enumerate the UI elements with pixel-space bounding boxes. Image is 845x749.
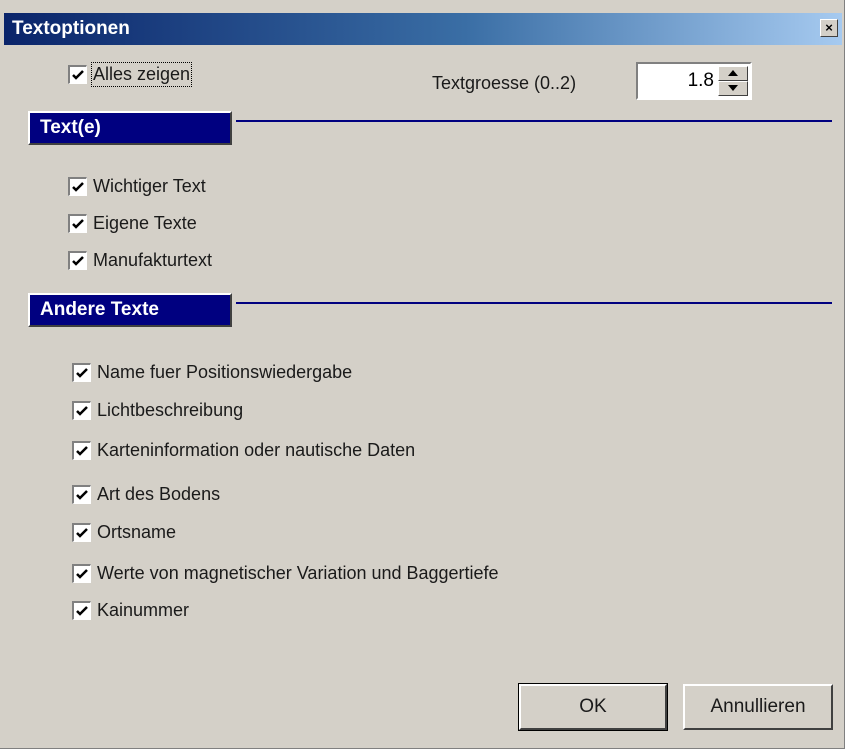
title-bar[interactable]: Textoptionen × [4,13,842,45]
window-title: Textoptionen [12,18,130,39]
option-magnetic-variation[interactable]: Werte von magnetischer Variation und Bag… [72,563,499,584]
important-text-label: Wichtiger Text [93,176,206,196]
text-options-dialog: Textoptionen × Alles zeigen Textgroesse … [0,0,845,749]
ok-button[interactable]: OK [518,683,668,731]
checkmark-icon [76,446,88,456]
spin-down-button[interactable] [718,81,748,96]
cancel-button[interactable]: Annullieren [683,684,833,730]
own-texts-label: Eigene Texte [93,213,197,233]
show-all-checkbox[interactable] [68,65,87,84]
checkmark-icon [72,182,84,192]
checkmark-icon [76,490,88,500]
checkmark-icon [76,528,88,538]
place-name-label: Ortsname [97,522,177,542]
option-seabed-type[interactable]: Art des Bodens [72,484,220,505]
checkmark-icon [76,406,88,416]
spin-up-button[interactable] [718,66,748,81]
arrow-up-icon [728,70,738,76]
position-name-checkbox[interactable] [72,363,91,382]
seabed-type-label: Art des Bodens [97,484,221,504]
checkmark-icon [76,368,88,378]
checkmark-icon [76,569,88,579]
chart-info-checkbox[interactable] [72,441,91,460]
magnetic-variation-label: Werte von magnetischer Variation und Bag… [97,563,499,583]
checkmark-icon [72,256,84,266]
option-important-text[interactable]: Wichtiger Text [68,176,206,197]
important-text-checkbox[interactable] [68,177,87,196]
spinner-buttons [718,66,748,96]
chart-info-label: Karteninformation oder nautische Daten [97,440,416,460]
place-name-checkbox[interactable] [72,523,91,542]
text-size-value[interactable]: 1.8 [688,70,714,92]
show-all-label: Alles zeigen [90,62,193,87]
option-position-name[interactable]: Name fuer Positionswiedergabe [72,362,352,383]
show-all-option[interactable]: Alles zeigen [68,62,193,87]
light-description-label: Lichtbeschreibung [97,400,244,420]
option-own-texts[interactable]: Eigene Texte [68,213,197,234]
own-texts-checkbox[interactable] [68,214,87,233]
checkmark-icon [76,606,88,616]
quay-number-checkbox[interactable] [72,601,91,620]
text-size-label: Textgroesse (0..2) [432,73,577,93]
manufacture-text-checkbox[interactable] [68,251,87,270]
section-header-texts: Text(e) [28,111,232,145]
quay-number-label: Kainummer [97,600,190,620]
magnetic-variation-checkbox[interactable] [72,564,91,583]
option-quay-number[interactable]: Kainummer [72,600,189,621]
option-light-description[interactable]: Lichtbeschreibung [72,400,243,421]
section-header-other-texts: Andere Texte [28,293,232,327]
option-manufacture-text[interactable]: Manufakturtext [68,250,212,271]
section-divider-other-texts [236,302,832,304]
light-description-checkbox[interactable] [72,401,91,420]
close-button[interactable]: × [820,19,838,37]
option-place-name[interactable]: Ortsname [72,522,176,543]
option-chart-info[interactable]: Karteninformation oder nautische Daten [72,440,415,461]
position-name-label: Name fuer Positionswiedergabe [97,362,353,382]
checkmark-icon [72,70,84,80]
section-divider-texts [236,120,832,122]
manufacture-text-label: Manufakturtext [93,250,213,270]
text-size-spinner[interactable]: 1.8 [636,62,752,100]
seabed-type-checkbox[interactable] [72,485,91,504]
checkmark-icon [72,219,84,229]
arrow-down-icon [728,85,738,91]
